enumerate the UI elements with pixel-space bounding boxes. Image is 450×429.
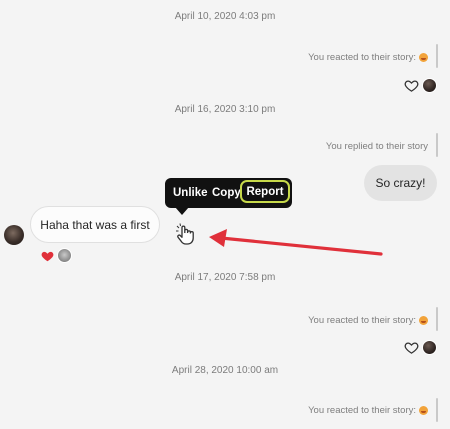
- reactor-avatar: [422, 340, 437, 355]
- heart-outline-icon[interactable]: [404, 78, 419, 93]
- story-reaction-text: You reacted to their story:: [308, 315, 416, 326]
- timestamp-apr-28: April 28, 2020 10:00 am: [171, 365, 279, 376]
- report-button[interactable]: Report: [240, 180, 290, 203]
- laughing-emoji-icon: [419, 316, 428, 325]
- my-message-bubble[interactable]: So crazy!: [364, 165, 437, 201]
- message-reactions: [40, 248, 72, 263]
- message-context-menu: Unlike Copy Report: [165, 178, 292, 208]
- unlike-button[interactable]: Unlike: [173, 187, 208, 199]
- story-reply-bar: [436, 133, 438, 157]
- timestamp-apr-10: April 10, 2020 4:03 pm: [174, 11, 276, 22]
- context-menu-tail: [175, 207, 189, 215]
- reaction-row: [404, 78, 437, 93]
- reaction-row: [404, 340, 437, 355]
- contact-avatar[interactable]: [4, 225, 24, 245]
- heart-outline-icon[interactable]: [404, 340, 419, 355]
- timestamp-apr-17: April 17, 2020 7:58 pm: [174, 272, 276, 283]
- story-reply-note: You replied to their story: [326, 141, 428, 152]
- story-reply-text: You replied to their story: [325, 141, 428, 152]
- story-reaction-note: You reacted to their story:: [308, 52, 428, 63]
- annotation-arrow: [209, 229, 383, 256]
- laughing-emoji-icon: [419, 53, 428, 62]
- hand-pointer-icon: [176, 223, 194, 245]
- story-reaction-note: You reacted to their story:: [308, 405, 428, 416]
- reactor-avatar: [422, 78, 437, 93]
- story-reply-bar: [436, 398, 438, 422]
- laughing-emoji-icon: [419, 406, 428, 415]
- their-message-bubble[interactable]: Haha that was a first: [30, 206, 160, 243]
- reactor-avatar: [57, 248, 72, 263]
- heart-filled-icon: [41, 251, 54, 261]
- story-reaction-text: You reacted to their story:: [308, 52, 416, 63]
- story-reply-bar: [436, 307, 438, 331]
- story-reaction-note: You reacted to their story:: [308, 315, 428, 326]
- timestamp-apr-16: April 16, 2020 3:10 pm: [174, 104, 276, 115]
- story-reaction-text: You reacted to their story:: [308, 405, 416, 416]
- story-reply-bar: [436, 44, 438, 68]
- copy-button[interactable]: Copy: [212, 187, 241, 199]
